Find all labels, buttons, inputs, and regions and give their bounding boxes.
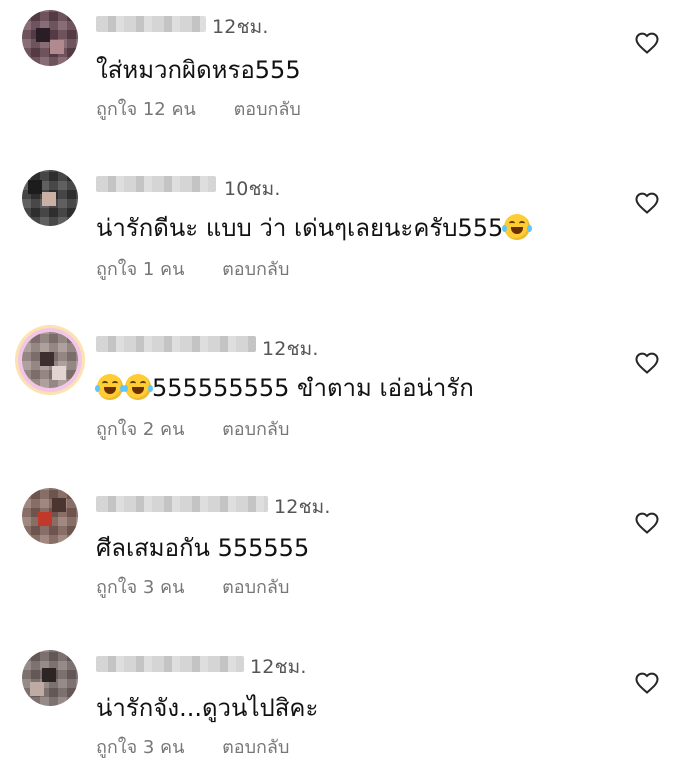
username-blurred[interactable] <box>96 176 216 192</box>
avatar[interactable] <box>22 650 78 706</box>
face-with-tears-of-joy-icon <box>95 374 125 400</box>
avatar[interactable] <box>22 488 78 544</box>
comment-text: ใส่หมวกผิดหรอ555 <box>96 56 301 84</box>
comment-text-body: น่ารักดีนะ แบบ ว่า เด่นๆเลยนะครับ555 <box>96 214 504 242</box>
like-heart-icon[interactable] <box>635 352 659 376</box>
comment-text: ศีลเสมอกัน 555555 <box>96 534 310 562</box>
comment-time: 12ชม. <box>250 656 307 678</box>
username-blurred[interactable] <box>96 656 244 672</box>
comment-item: 12ชม. น่ารักจัง...ดูวนไปสิคะ ถูกใจ 3 คน … <box>0 640 700 765</box>
reply-button[interactable]: ตอบกลับ <box>222 419 289 440</box>
like-heart-icon[interactable] <box>635 672 659 696</box>
avatar[interactable] <box>22 170 78 226</box>
likes-count[interactable]: ถูกใจ 1 คน <box>96 259 184 280</box>
comment-item: 12ชม. 555555555 ขำตาม เอ่อน่ารัก ถูกใจ 2… <box>0 320 700 480</box>
comment-text-body: 555555555 ขำตาม เอ่อน่ารัก <box>152 374 474 402</box>
likes-count[interactable]: ถูกใจ 2 คน <box>96 419 184 440</box>
comment-time: 10ชม. <box>224 178 281 200</box>
username-blurred[interactable] <box>96 16 206 32</box>
comment-item: 12ชม. ใส่หมวกผิดหรอ555 ถูกใจ 12 คน ตอบกล… <box>0 0 700 160</box>
comment-item: 12ชม. ศีลเสมอกัน 555555 ถูกใจ 3 คน ตอบกล… <box>0 480 700 640</box>
like-heart-icon[interactable] <box>635 512 659 536</box>
comment-text: น่ารักจัง...ดูวนไปสิคะ <box>96 694 319 722</box>
comment-meta: ถูกใจ 12 คน ตอบกลับ <box>96 94 301 123</box>
reply-button[interactable]: ตอบกลับ <box>234 99 301 120</box>
comment-time: 12ชม. <box>262 338 319 360</box>
comment-item: 10ชม. น่ารักดีนะ แบบ ว่า เด่นๆเลยนะครับ5… <box>0 160 700 320</box>
face-with-tears-of-joy-icon <box>502 214 533 240</box>
comment-text: น่ารักดีนะ แบบ ว่า เด่นๆเลยนะครับ555 <box>96 208 533 247</box>
reply-button[interactable]: ตอบกลับ <box>222 259 289 280</box>
likes-count[interactable]: ถูกใจ 12 คน <box>96 99 196 120</box>
reply-button[interactable]: ตอบกลับ <box>222 737 289 758</box>
like-heart-icon[interactable] <box>635 32 659 56</box>
username-blurred[interactable] <box>96 496 268 512</box>
like-heart-icon[interactable] <box>635 192 659 216</box>
comment-meta: ถูกใจ 1 คน ตอบกลับ <box>96 254 289 283</box>
comment-meta: ถูกใจ 3 คน ตอบกลับ <box>96 732 289 761</box>
comment-meta: ถูกใจ 2 คน ตอบกลับ <box>96 414 289 443</box>
comment-time: 12ชม. <box>212 16 269 38</box>
avatar[interactable] <box>22 332 78 388</box>
comment-meta: ถูกใจ 3 คน ตอบกลับ <box>96 572 289 601</box>
comment-text: 555555555 ขำตาม เอ่อน่ารัก <box>95 368 474 407</box>
likes-count[interactable]: ถูกใจ 3 คน <box>96 737 184 758</box>
username-blurred[interactable] <box>96 336 256 352</box>
comment-time: 12ชม. <box>274 496 331 518</box>
reply-button[interactable]: ตอบกลับ <box>222 577 289 598</box>
avatar[interactable] <box>22 10 78 66</box>
likes-count[interactable]: ถูกใจ 3 คน <box>96 577 184 598</box>
face-with-tears-of-joy-icon <box>123 374 153 400</box>
